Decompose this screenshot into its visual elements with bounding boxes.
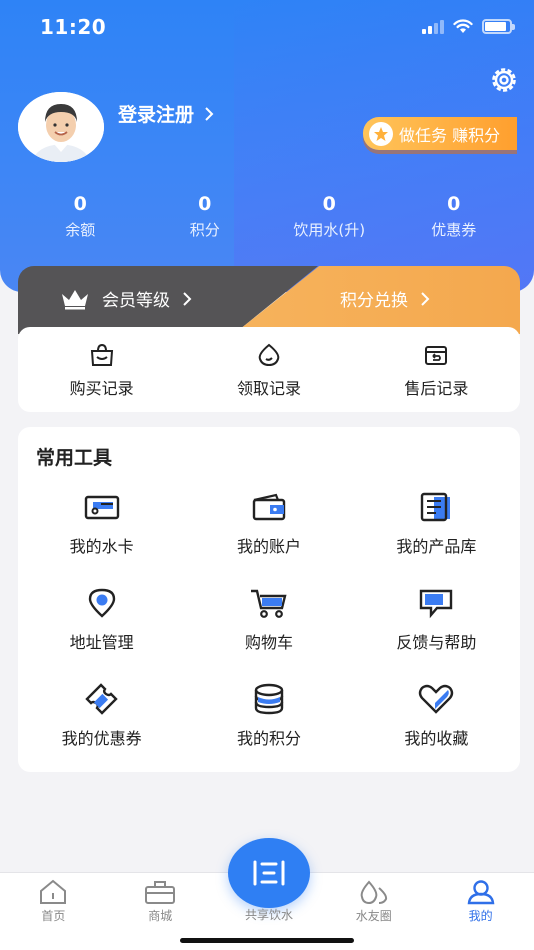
common-tools-card: 常用工具 我的水卡 我的账户 我的产品库 地址管理 购物车 反馈与帮助 我的优惠… [18, 427, 520, 772]
section-title: 常用工具 [36, 447, 113, 469]
tab-label: 商城 [148, 909, 173, 923]
home-indicator [180, 938, 354, 943]
feedback-icon [420, 589, 453, 619]
shop-icon [145, 881, 176, 904]
user-icon [467, 880, 494, 905]
tool-label: 我的优惠券 [61, 729, 142, 748]
tool-label: 我的水卡 [69, 537, 134, 556]
tool-points[interactable]: 我的积分 [185, 679, 352, 749]
cart-icon [250, 589, 287, 618]
chevron-right-icon [421, 291, 430, 306]
member-level-label: 会员等级 [102, 291, 170, 311]
membership-banner: 会员等级 积分兑换 [18, 266, 520, 334]
stat-label: 饮用水(升) [293, 221, 366, 239]
water-drop-icon [258, 343, 280, 367]
points-exchange-label: 积分兑换 [340, 291, 408, 311]
home-icon [40, 879, 67, 904]
wallet-icon [252, 493, 286, 521]
coin-stack-icon [254, 683, 284, 715]
status-bar: 11:20 [0, 0, 534, 54]
status-icons [422, 19, 515, 34]
login-label: 登录注册 [118, 104, 195, 126]
tools-grid: 我的水卡 我的账户 我的产品库 地址管理 购物车 反馈与帮助 我的优惠券 我的积… [18, 487, 520, 749]
stat-label: 余额 [65, 221, 96, 239]
after-sales-records[interactable]: 售后记录 [353, 327, 520, 412]
tool-address[interactable]: 地址管理 [18, 583, 185, 653]
stat-points[interactable]: 0 积分 [143, 193, 268, 240]
tool-label: 反馈与帮助 [396, 633, 477, 652]
tool-cart[interactable]: 购物车 [185, 583, 352, 653]
stat-label: 积分 [189, 221, 220, 239]
shopping-bag-icon [90, 343, 113, 366]
record-label: 售后记录 [404, 379, 469, 398]
earn-points-button[interactable]: 做任务 赚积分 [363, 117, 517, 150]
account-stats: 0 余额 0 积分 0 饮用水(升) 0 优惠券 [18, 193, 516, 240]
avatar[interactable] [18, 92, 104, 162]
tool-label: 购物车 [244, 633, 293, 652]
battery-icon [482, 19, 515, 34]
water-dispenser-icon [253, 860, 285, 886]
tool-label: 地址管理 [69, 633, 134, 652]
tab-home[interactable]: 首页 [0, 873, 107, 950]
crown-icon [62, 289, 88, 309]
stat-coupons[interactable]: 0 优惠券 [392, 193, 517, 240]
tool-feedback[interactable]: 反馈与帮助 [353, 583, 520, 653]
tool-coupons[interactable]: 我的优惠券 [18, 679, 185, 749]
community-icon [360, 880, 387, 905]
status-time: 11:20 [40, 15, 107, 39]
stat-value: 0 [322, 193, 336, 215]
tool-label: 我的账户 [236, 537, 301, 556]
tool-account[interactable]: 我的账户 [185, 487, 352, 557]
shared-water-button[interactable] [228, 838, 310, 908]
tool-product-library[interactable]: 我的产品库 [353, 487, 520, 557]
points-exchange-content: 积分兑换 [340, 286, 430, 311]
stat-balance[interactable]: 0 余额 [18, 193, 143, 240]
star-icon [369, 121, 393, 146]
settings-gear-icon[interactable] [488, 64, 520, 96]
stat-value: 0 [447, 193, 461, 215]
shared-water-label: 共享饮水 [244, 908, 293, 922]
wifi-icon [453, 19, 473, 33]
stat-value: 0 [73, 193, 87, 215]
stat-label: 优惠券 [431, 221, 477, 239]
tool-water-card[interactable]: 我的水卡 [18, 487, 185, 557]
tool-label: 我的积分 [236, 729, 301, 748]
record-label: 领取记录 [236, 379, 301, 398]
tool-label: 我的产品库 [396, 537, 477, 556]
member-level-content: 会员等级 [60, 286, 192, 311]
chevron-right-icon [183, 291, 192, 306]
stat-value: 0 [198, 193, 212, 215]
tool-favorites[interactable]: 我的收藏 [353, 679, 520, 749]
location-pin-icon [88, 588, 115, 618]
product-list-icon [421, 492, 451, 522]
records-card: 购买记录 领取记录 售后记录 [18, 327, 520, 412]
pickup-records[interactable]: 领取记录 [185, 327, 352, 412]
tab-mine[interactable]: 我的 [427, 873, 534, 950]
tool-label: 我的收藏 [404, 729, 469, 748]
purchase-records[interactable]: 购买记录 [18, 327, 185, 412]
tab-label: 首页 [41, 909, 66, 923]
signal-icon [422, 20, 444, 34]
record-label: 购买记录 [69, 379, 134, 398]
tab-label: 我的 [468, 909, 493, 923]
login-register-link[interactable]: 登录注册 [118, 100, 214, 127]
coupon-icon [84, 683, 118, 715]
earn-points-label: 做任务 赚积分 [399, 125, 501, 145]
heart-icon [419, 684, 454, 714]
water-card-icon [84, 495, 119, 520]
chevron-right-icon [205, 106, 214, 121]
return-box-icon [425, 346, 448, 365]
tab-label: 水友圈 [355, 909, 392, 923]
stat-water[interactable]: 0 饮用水(升) [267, 193, 392, 240]
